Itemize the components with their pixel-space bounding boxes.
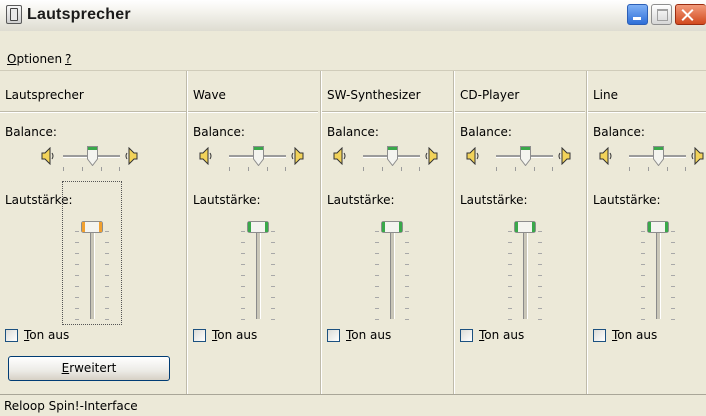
balance-label: Balance: — [193, 125, 245, 139]
left-speaker-icon — [199, 147, 213, 165]
mute-rest: on aus — [351, 328, 392, 342]
mute-rest: on aus — [29, 328, 70, 342]
channel-name: CD-Player — [460, 88, 520, 102]
volume-ticks — [508, 229, 542, 321]
right-speaker-icon — [557, 147, 571, 165]
volume-label: Lautstärke: — [460, 193, 528, 207]
menu-help-label: ? — [65, 52, 72, 66]
volume-slider-thumb[interactable] — [647, 221, 669, 233]
status-bar: Reloop Spin!-Interface — [0, 394, 706, 416]
minimize-button[interactable] — [627, 4, 648, 25]
channel-name: Lautsprecher — [5, 88, 84, 102]
left-speaker-icon — [41, 147, 55, 165]
channel-divider — [586, 71, 588, 394]
menu-options[interactable]: Optionen — [7, 52, 62, 66]
balance-slider-thumb[interactable] — [386, 146, 398, 167]
volume-label: Lautstärke: — [193, 193, 261, 207]
channel-divider — [320, 71, 322, 394]
channel-header-rule — [188, 111, 318, 113]
mute-rest: on aus — [484, 328, 525, 342]
volume-ticks — [241, 229, 275, 321]
mute-checkbox-box[interactable] — [460, 329, 473, 342]
channel-header-rule — [322, 111, 452, 113]
volume-ticks — [75, 229, 109, 321]
speaker-app-icon[interactable] — [6, 5, 22, 24]
channel-strip: Line Balance: Lautstärke: Ton aus — [588, 71, 706, 394]
title-bar[interactable]: Lautsprecher — [0, 0, 706, 32]
right-speaker-icon — [290, 147, 304, 165]
channel-divider — [186, 71, 188, 394]
balance-label: Balance: — [460, 125, 512, 139]
window-title: Lautsprecher — [27, 6, 131, 23]
mute-checkbox-box[interactable] — [5, 329, 18, 342]
menu-bar: Optionen ? — [0, 31, 706, 71]
mute-checkbox-box[interactable] — [193, 329, 206, 342]
mute-checkbox-box[interactable] — [593, 329, 606, 342]
balance-ticks — [229, 167, 286, 171]
menu-options-label: ptionen — [16, 52, 63, 66]
channel-name: Wave — [193, 88, 226, 102]
channel-name: Line — [593, 88, 619, 102]
volume-slider-thumb[interactable] — [247, 221, 269, 233]
left-speaker-icon — [333, 147, 347, 165]
balance-slider-thumb[interactable] — [652, 146, 664, 167]
balance-label: Balance: — [593, 125, 645, 139]
channel-strip: CD-Player Balance: Lautstärke: Ton aus — [455, 71, 585, 394]
balance-slider-thumb[interactable] — [86, 146, 98, 167]
volume-label: Lautstärke: — [593, 193, 661, 207]
balance-ticks — [496, 167, 553, 171]
advanced-label: rweitert — [69, 361, 117, 375]
channel-divider — [453, 71, 455, 394]
advanced-button[interactable]: Erweitert — [8, 356, 170, 381]
right-speaker-icon — [690, 147, 704, 165]
mute-rest: on aus — [217, 328, 258, 342]
mute-checkbox-box[interactable] — [327, 329, 340, 342]
menu-help[interactable]: ? — [65, 52, 71, 66]
balance-slider-thumb[interactable] — [519, 146, 531, 167]
channel-header-rule — [0, 111, 186, 113]
left-speaker-icon — [466, 147, 480, 165]
balance-ticks — [63, 167, 120, 171]
balance-label: Balance: — [327, 125, 379, 139]
volume-slider-thumb[interactable] — [381, 221, 403, 233]
volume-slider-thumb[interactable] — [514, 221, 536, 233]
left-speaker-icon — [599, 147, 613, 165]
channel-strip: SW-Synthesizer Balance: Lautstärke: Ton aus — [322, 71, 452, 394]
right-speaker-icon — [124, 147, 138, 165]
channel-name: SW-Synthesizer — [327, 88, 421, 102]
balance-ticks — [629, 167, 686, 171]
mute-label[interactable]: Ton aus — [612, 328, 657, 342]
status-text: Reloop Spin!-Interface — [4, 399, 138, 413]
mixer-channels: Lautsprecher Balance: Lautstärke: Ton aus Er… — [0, 71, 706, 394]
volume-ticks — [641, 229, 675, 321]
maximize-button[interactable] — [651, 4, 672, 25]
volume-ticks — [375, 229, 409, 321]
channel-strip: Wave Balance: Lautstärke: Ton aus — [188, 71, 318, 394]
channel-header-rule — [588, 111, 706, 113]
balance-label: Balance: — [5, 125, 57, 139]
volume-slider-thumb[interactable] — [81, 221, 103, 233]
channel-strip: Lautsprecher Balance: Lautstärke: Ton aus Er… — [0, 71, 186, 394]
volume-label: Lautstärke: — [327, 193, 395, 207]
mute-label[interactable]: Ton aus — [346, 328, 391, 342]
mute-label[interactable]: Ton aus — [212, 328, 257, 342]
mute-label[interactable]: Ton aus — [24, 328, 69, 342]
mute-rest: on aus — [617, 328, 658, 342]
channel-header-rule — [455, 111, 585, 113]
right-speaker-icon — [424, 147, 438, 165]
balance-slider-thumb[interactable] — [252, 146, 264, 167]
volume-control-window: Lautsprecher Optionen ? Lautsprecher Bala… — [0, 0, 706, 416]
close-button[interactable] — [675, 4, 706, 25]
balance-ticks — [363, 167, 420, 171]
mute-label[interactable]: Ton aus — [479, 328, 524, 342]
